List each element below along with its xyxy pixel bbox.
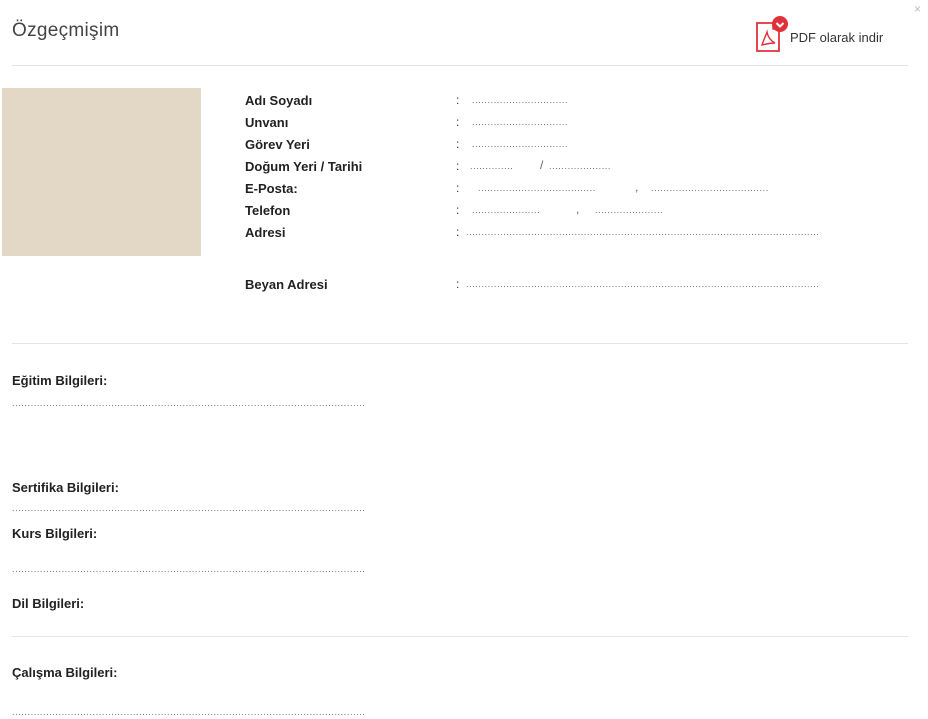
certificate-title: Sertifika Bilgileri: [12, 480, 119, 495]
birth-label: Doğum Yeri / Tarihi [245, 159, 363, 174]
address-label: Adresi [245, 225, 286, 240]
pdf-download-label: PDF olarak indir [790, 29, 884, 45]
email-separator: , [635, 180, 639, 194]
profile-divider [12, 343, 908, 344]
name-label: Adı Soyadı [245, 93, 313, 108]
address-value: ........................................… [466, 227, 818, 237]
declared-address-label: Beyan Adresi [245, 277, 328, 292]
course-value: ........................................… [12, 564, 364, 574]
email-colon: : [456, 181, 460, 195]
phone-label: Telefon [245, 203, 291, 218]
profile-photo [2, 88, 201, 256]
pdf-icon [754, 15, 788, 53]
declared-address-colon: : [456, 277, 460, 291]
email-value-2: ...................................... [651, 183, 769, 193]
pdf-download-button[interactable]: PDF olarak indir [754, 14, 883, 54]
phone-separator: , [576, 202, 580, 216]
workplace-value: ............................... [472, 139, 569, 149]
name-value: ............................... [472, 95, 569, 105]
name-colon: : [456, 93, 460, 107]
birth-colon: : [456, 159, 460, 173]
course-title: Kurs Bilgileri: [12, 526, 98, 541]
language-title: Dil Bilgileri: [12, 596, 85, 611]
work-title: Çalışma Bilgileri: [12, 665, 118, 680]
email-value-1: ...................................... [478, 183, 596, 193]
title-colon: : [456, 115, 460, 129]
phone-colon: : [456, 203, 460, 217]
close-button[interactable]: × [914, 2, 921, 16]
education-value: ........................................… [12, 398, 364, 408]
phone-value-1: ...................... [472, 205, 541, 215]
education-title: Eğitim Bilgileri: [12, 373, 108, 388]
email-label: E-Posta: [245, 181, 298, 196]
workplace-label: Görev Yeri [245, 137, 310, 152]
work-value: ........................................… [12, 707, 364, 717]
language-divider [12, 636, 908, 637]
birth-place-value: .............. [470, 161, 514, 171]
address-colon: : [456, 225, 460, 239]
header-divider [12, 65, 908, 66]
title-label: Unvanı [245, 115, 289, 130]
birth-date-value: .................... [549, 161, 612, 171]
workplace-colon: : [456, 137, 460, 151]
certificate-value: ........................................… [12, 503, 364, 513]
page-title: Özgeçmişim [12, 20, 120, 41]
phone-value-2: ...................... [595, 205, 664, 215]
birth-separator: / [540, 158, 544, 172]
declared-address-value: ........................................… [466, 279, 818, 289]
title-value: ............................... [472, 117, 569, 127]
